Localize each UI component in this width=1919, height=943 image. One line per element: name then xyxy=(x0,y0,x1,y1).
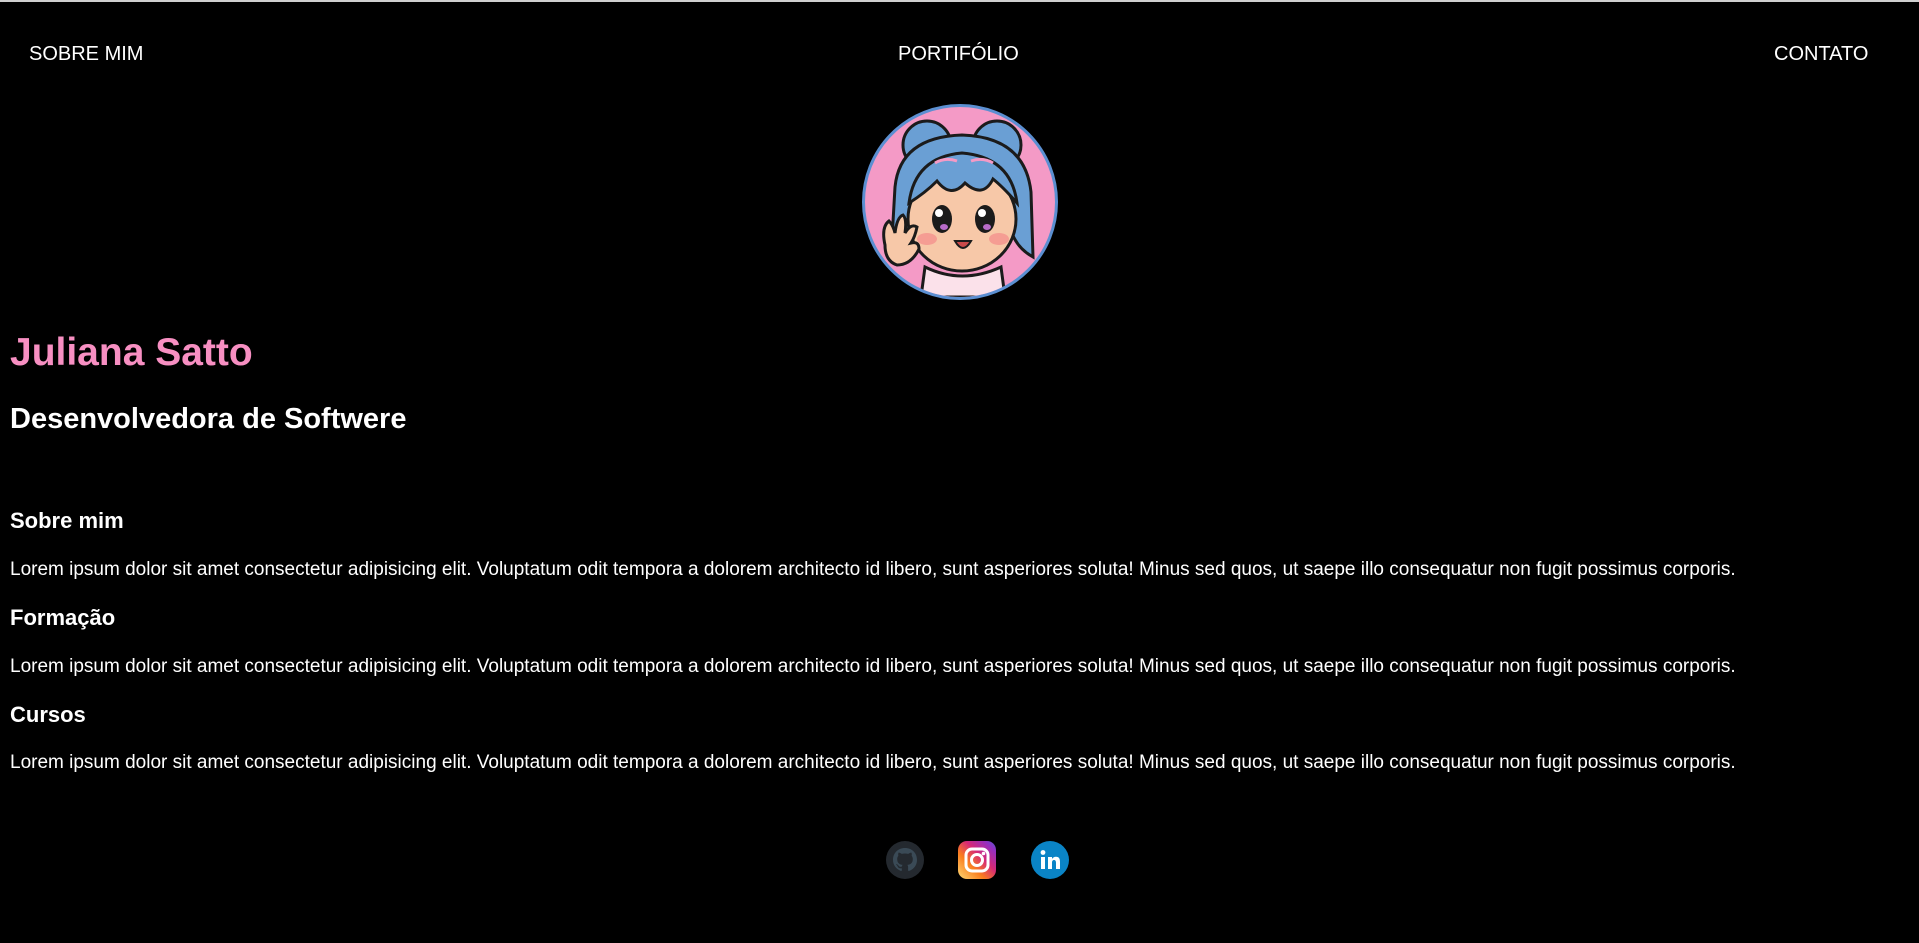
page: SOBRE MIM PORTIFÓLIO CONTATO Juliana Sat… xyxy=(0,0,1919,943)
github-link[interactable] xyxy=(885,840,925,880)
section-title-formacao: Formação xyxy=(10,605,116,630)
github-icon xyxy=(886,841,924,879)
profile-name: Juliana Satto xyxy=(10,331,253,374)
anime-girl-avatar-icon xyxy=(882,119,1035,297)
top-nav: SOBRE MIM PORTIFÓLIO CONTATO xyxy=(0,42,1919,66)
linkedin-icon xyxy=(1031,841,1069,879)
instagram-icon xyxy=(958,841,996,879)
linkedin-link[interactable] xyxy=(1030,840,1070,880)
section-text-sobre-mim: Lorem ipsum dolor sit amet consectetur a… xyxy=(10,559,1736,580)
section-text-cursos: Lorem ipsum dolor sit amet consectetur a… xyxy=(10,752,1736,773)
avatar xyxy=(862,104,1058,300)
section-title-sobre-mim: Sobre mim xyxy=(10,508,124,533)
nav-link-sobre-mim[interactable]: SOBRE MIM xyxy=(29,42,143,66)
section-title-cursos: Cursos xyxy=(10,702,86,727)
profile-role: Desenvolvedora de Softwere xyxy=(10,403,407,435)
instagram-link[interactable] xyxy=(957,840,997,880)
nav-link-contato[interactable]: CONTATO xyxy=(1774,42,1868,66)
section-text-formacao: Lorem ipsum dolor sit amet consectetur a… xyxy=(10,656,1736,677)
nav-link-portfolio[interactable]: PORTIFÓLIO xyxy=(898,42,1019,66)
